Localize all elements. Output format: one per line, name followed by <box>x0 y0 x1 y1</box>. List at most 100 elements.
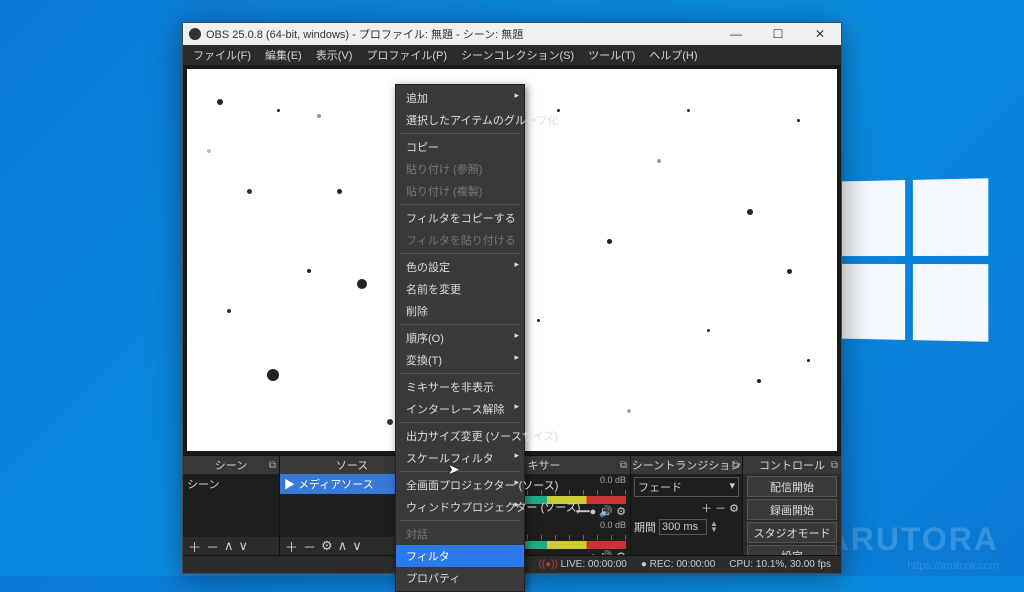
context-menu-item: 対話 <box>396 523 524 545</box>
context-menu-item[interactable]: ミキサーを非表示 <box>396 376 524 398</box>
transition-select[interactable]: フェード▾ <box>634 477 739 497</box>
scene-item[interactable]: シーン <box>183 474 279 494</box>
controls-panel: コントロール⧉ 配信開始録画開始スタジオモード設定終了 <box>743 456 841 555</box>
watermark-text: ARUTORA <box>826 521 999 558</box>
control-button[interactable]: 配信開始 <box>747 476 837 497</box>
context-menu-item: フィルタを貼り付ける <box>396 229 524 251</box>
trans-add-button[interactable]: ＋ <box>701 500 712 516</box>
menu-item[interactable]: 表示(V) <box>310 46 359 64</box>
add-source-button[interactable]: ＋ <box>283 537 300 556</box>
sources-title: ソース <box>336 457 368 473</box>
mixer-settings-button[interactable]: ⚙ <box>616 506 626 518</box>
minimize-button[interactable]: ― <box>715 23 757 45</box>
popout-icon[interactable]: ⧉ <box>269 460 276 471</box>
window-title: OBS 25.0.8 (64-bit, windows) - プロファイル: 無… <box>206 26 523 42</box>
context-menu-item[interactable]: 変換(T) <box>396 349 524 371</box>
duration-input[interactable] <box>659 519 707 535</box>
scenes-panel: シーン ⧉ シーン ＋ － ∧ ∨ <box>183 456 280 555</box>
context-menu-item[interactable]: フィルタをコピーする <box>396 207 524 229</box>
context-menu-item[interactable]: 色の設定 <box>396 256 524 278</box>
preview-dot <box>687 109 690 112</box>
close-button[interactable]: ✕ <box>799 23 841 45</box>
mixer-db-value: 0.0 dB <box>600 475 626 485</box>
menu-item[interactable]: ツール(T) <box>582 46 641 64</box>
controls-title: コントロール <box>759 457 825 473</box>
context-menu-item[interactable]: 選択したアイテムのグループ化 <box>396 109 524 131</box>
preview-dot <box>627 409 631 413</box>
preview-dot <box>757 379 761 383</box>
preview-dot <box>787 269 792 274</box>
preview-dot <box>807 359 810 362</box>
control-button[interactable]: 設定 <box>747 545 837 555</box>
preview-dot <box>247 189 252 194</box>
popout-icon[interactable]: ⧉ <box>732 460 739 471</box>
scene-down-button[interactable]: ∨ <box>237 538 251 554</box>
volume-slider[interactable]: ━━● <box>576 551 596 555</box>
menu-item[interactable]: ファイル(F) <box>187 46 257 64</box>
source-down-button[interactable]: ∨ <box>350 538 364 554</box>
context-menu-item[interactable]: インターレース解除 <box>396 398 524 420</box>
preview-dot <box>797 119 800 122</box>
context-menu-item: 貼り付け (参照) <box>396 158 524 180</box>
mixer-settings-button[interactable]: ⚙ <box>616 551 626 555</box>
rec-status: ● REC: 00:00:00 <box>641 559 715 570</box>
mute-button[interactable]: 🔊 <box>599 506 613 518</box>
preview-dot <box>657 159 661 163</box>
remove-source-button[interactable]: － <box>301 537 318 556</box>
scene-up-button[interactable]: ∧ <box>222 538 236 554</box>
menu-item[interactable]: ヘルプ(H) <box>643 46 703 64</box>
preview-dot <box>207 149 211 153</box>
trans-remove-button[interactable]: － <box>715 500 726 516</box>
remove-scene-button[interactable]: － <box>204 537 221 556</box>
preview-dot <box>337 189 342 194</box>
transitions-title: シーントランジション <box>632 457 741 473</box>
popout-icon[interactable]: ⧉ <box>831 460 838 471</box>
titlebar[interactable]: OBS 25.0.8 (64-bit, windows) - プロファイル: 無… <box>183 23 841 45</box>
preview-dot <box>357 279 367 289</box>
trans-settings-button[interactable]: ⚙ <box>729 502 739 515</box>
preview-dot <box>277 109 280 112</box>
preview-dot <box>557 109 560 112</box>
preview-dot <box>217 99 223 105</box>
source-settings-button[interactable]: ⚙ <box>319 538 335 554</box>
context-menu-item[interactable]: 名前を変更 <box>396 278 524 300</box>
context-menu-item[interactable]: 全画面プロジェクター (ソース) <box>396 474 524 496</box>
context-menu-item[interactable]: 出力サイズ変更 (ソースサイズ) <box>396 425 524 447</box>
watermark-url: https://arutora.com <box>907 560 999 572</box>
mute-button[interactable]: 🔊 <box>599 551 613 555</box>
preview-dot <box>387 419 393 425</box>
add-scene-button[interactable]: ＋ <box>186 537 203 556</box>
control-button[interactable]: 録画開始 <box>747 499 837 520</box>
menu-item[interactable]: シーンコレクション(S) <box>455 46 580 64</box>
context-menu-item[interactable]: 追加 <box>396 87 524 109</box>
scenes-title: シーン <box>215 457 247 473</box>
context-menu-item[interactable]: コピー <box>396 136 524 158</box>
context-menu-item[interactable]: 削除 <box>396 300 524 322</box>
preview-dot <box>307 269 311 273</box>
maximize-button[interactable]: ☐ <box>757 23 799 45</box>
context-menu-item[interactable]: 順序(O) <box>396 327 524 349</box>
preview-dot <box>747 209 753 215</box>
mixer-db-value: 0.0 dB <box>600 520 626 530</box>
context-menu-item[interactable]: プロパティ <box>396 567 524 589</box>
preview-dot <box>317 114 321 118</box>
preview-dot <box>707 329 710 332</box>
transitions-panel: シーントランジション⧉ フェード▾ ＋ － ⚙ 期間 ▲▼ <box>631 456 743 555</box>
cpu-status: CPU: 10.1%, 30.00 fps <box>729 559 831 570</box>
duration-stepper[interactable]: ▲▼ <box>710 521 718 533</box>
menu-item[interactable]: 編集(E) <box>259 46 308 64</box>
source-context-menu[interactable]: 追加選択したアイテムのグループ化コピー貼り付け (参照)貼り付け (複製) フィル… <box>395 84 525 592</box>
popout-icon[interactable]: ⧉ <box>620 460 627 471</box>
live-status: ((●)) LIVE: 00:00:00 <box>539 559 627 570</box>
context-menu-item: 貼り付け (複製) <box>396 180 524 202</box>
source-up-button[interactable]: ∧ <box>336 538 350 554</box>
preview-dot <box>607 239 612 244</box>
preview-dot <box>267 369 279 381</box>
context-menu-item[interactable]: スケールフィルタ <box>396 447 524 469</box>
menubar[interactable]: ファイル(F)編集(E)表示(V)プロファイル(P)シーンコレクション(S)ツー… <box>183 45 841 65</box>
menu-item[interactable]: プロファイル(P) <box>360 46 453 64</box>
control-button[interactable]: スタジオモード <box>747 522 837 543</box>
context-menu-item[interactable]: ウィンドウプロジェクター (ソース) <box>396 496 524 518</box>
duration-label: 期間 <box>634 519 656 535</box>
context-menu-item[interactable]: フィルタ <box>396 545 524 567</box>
